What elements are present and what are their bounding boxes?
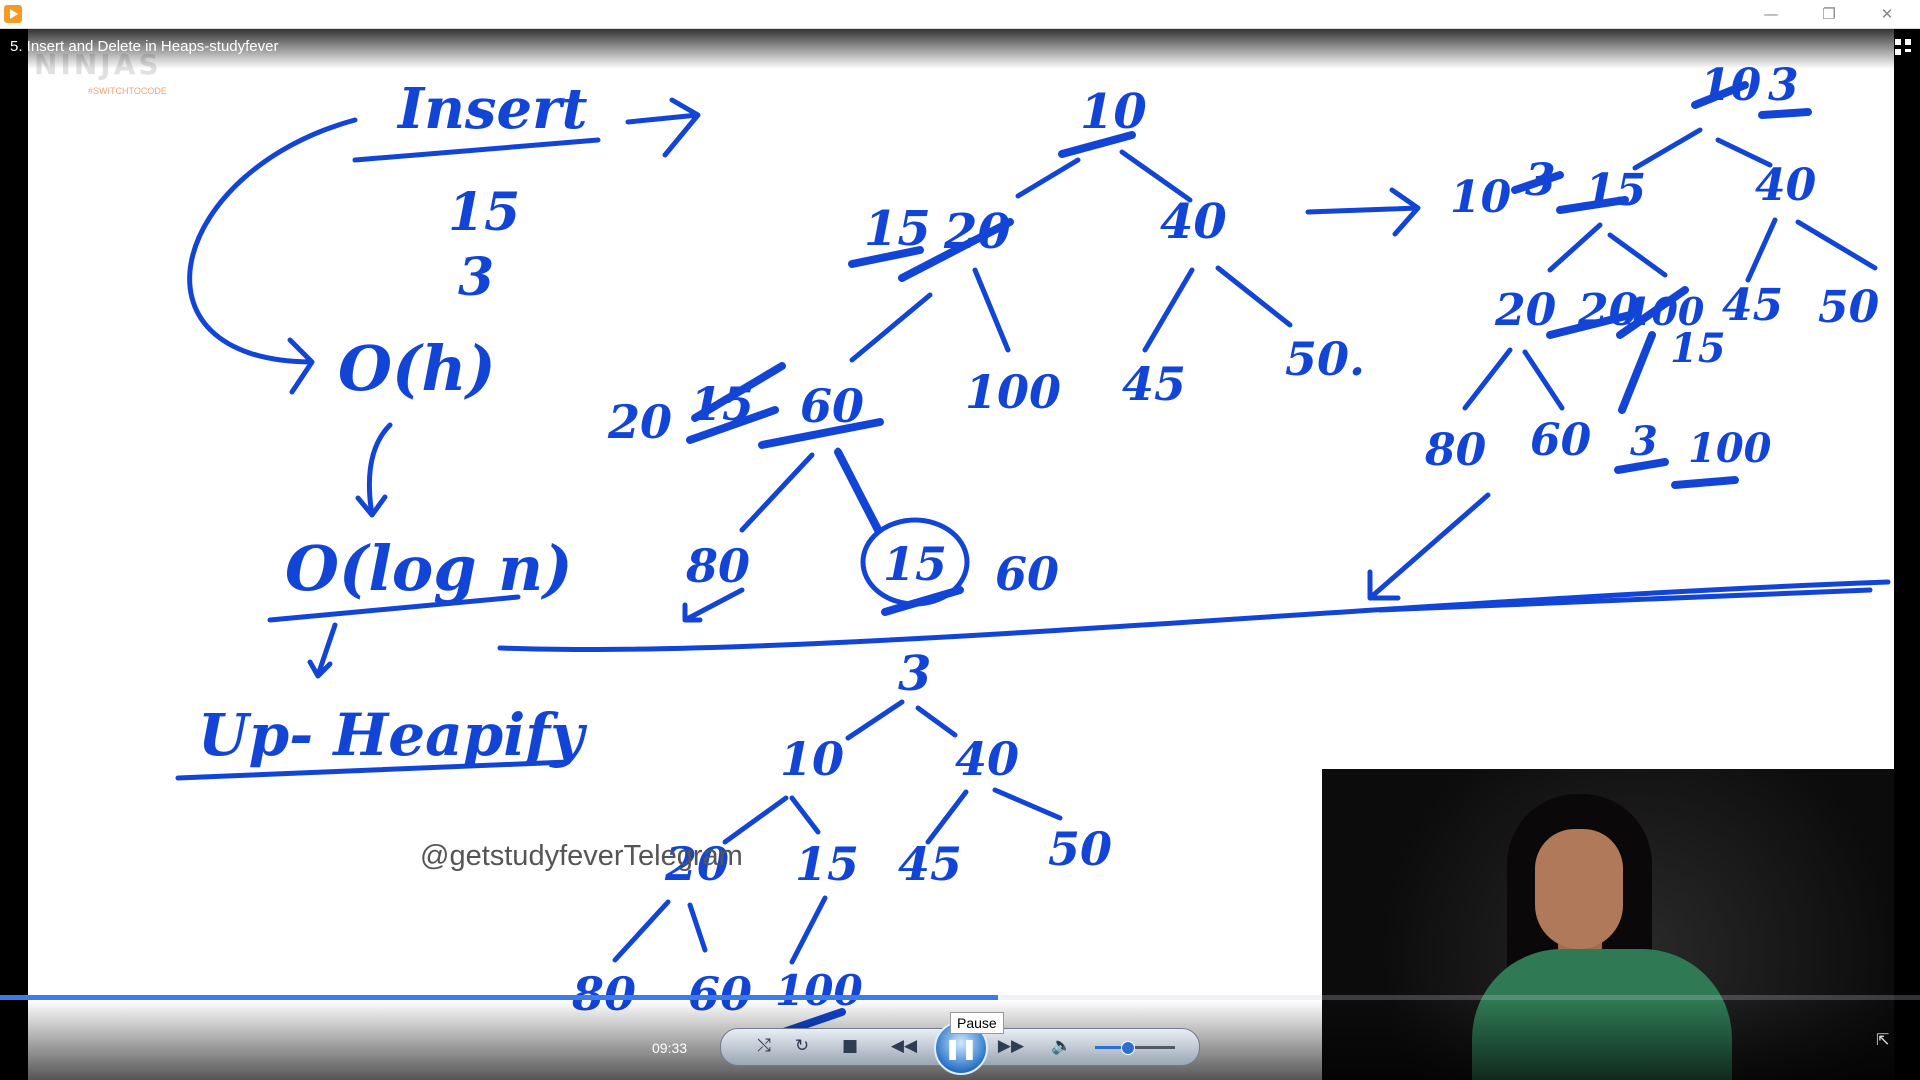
arrow-right-icon bbox=[1305, 187, 1421, 237]
tree3-node: 50 bbox=[1048, 822, 1112, 876]
tree3-node: 40 bbox=[955, 732, 1019, 786]
tree2-node: 40 bbox=[1755, 160, 1817, 211]
tree3-edges bbox=[845, 699, 958, 741]
volume-icon[interactable]: 🔈 bbox=[1046, 1030, 1078, 1062]
tree1-node: 60 bbox=[995, 547, 1059, 601]
tree2-node: 45 bbox=[1722, 280, 1783, 331]
underline-mark bbox=[1671, 476, 1739, 489]
tree2-edges bbox=[1462, 347, 1565, 411]
tree2-node: 100 bbox=[1688, 425, 1772, 472]
tree2-node: 3 bbox=[1630, 418, 1658, 465]
tree2-node: 15 bbox=[1670, 325, 1726, 372]
telegram-watermark: @getstudyfeverTelegram bbox=[420, 840, 743, 872]
elapsed-time: 09:33 bbox=[652, 1040, 688, 1056]
tree1-edges bbox=[849, 265, 1293, 363]
shuffle-icon[interactable]: ⤭ bbox=[748, 1030, 780, 1062]
tree2-edges bbox=[1632, 127, 1773, 171]
instructor-face bbox=[1535, 829, 1623, 949]
seek-bar[interactable] bbox=[0, 995, 1920, 1000]
down-arrow-icon bbox=[355, 422, 393, 518]
tree1-node: 20 bbox=[607, 395, 672, 449]
tree3-node: 45 bbox=[898, 837, 962, 891]
strike-mark bbox=[1614, 458, 1669, 474]
tree1-edges bbox=[1015, 149, 1193, 203]
swap-stroke bbox=[834, 448, 882, 534]
insert-heading: Insert bbox=[396, 76, 588, 142]
tree1-node: 40 bbox=[1160, 194, 1227, 250]
tree3-node: 15 bbox=[795, 837, 859, 891]
tree3-node: 3 bbox=[898, 646, 931, 702]
down-arrow-icon bbox=[307, 622, 338, 679]
insert-value: 15 bbox=[448, 182, 520, 243]
tree2-node: 80 bbox=[1424, 425, 1487, 476]
tree3-edges bbox=[722, 787, 1063, 845]
volume-slider[interactable] bbox=[1095, 1041, 1175, 1055]
seek-bar-fill bbox=[0, 995, 999, 1000]
tree1-node: 15 bbox=[883, 537, 947, 591]
tree1-node: 45 bbox=[1122, 357, 1186, 411]
swap-stroke bbox=[1618, 331, 1656, 414]
tree2-node: 60 bbox=[1530, 415, 1592, 466]
down-left-arrow-icon bbox=[1367, 492, 1491, 601]
insert-value: 3 bbox=[458, 247, 494, 308]
tree2-edges bbox=[1547, 217, 1878, 283]
tree1-node: 10 bbox=[1080, 84, 1147, 140]
tree1-node: 80 bbox=[685, 539, 750, 593]
tree3-edges bbox=[612, 895, 828, 965]
tree2-node: 50 bbox=[1818, 282, 1880, 333]
tree2-node: 10 bbox=[1450, 172, 1512, 223]
pause-tooltip: Pause bbox=[950, 1012, 1004, 1034]
tree2-node: 20 bbox=[1494, 285, 1557, 336]
repeat-icon[interactable]: ↻ bbox=[786, 1030, 818, 1062]
stop-icon[interactable]: ■ bbox=[834, 1030, 866, 1062]
curved-arrow-icon bbox=[187, 117, 358, 395]
volume-knob[interactable] bbox=[1121, 1041, 1135, 1055]
complexity-logn: O(log n) bbox=[285, 532, 573, 605]
down-left-arrow-icon bbox=[682, 587, 745, 623]
underline-mark bbox=[1758, 108, 1812, 119]
arrow-right-icon bbox=[625, 97, 701, 158]
video-title: 5. Insert and Delete in Heaps-studyfever bbox=[10, 38, 279, 55]
expand-icon[interactable]: ⇱ bbox=[1876, 1030, 1894, 1049]
upheapify-label: Up- Heapify bbox=[198, 701, 588, 769]
title-overlay bbox=[0, 29, 1920, 69]
layout-icon[interactable] bbox=[1894, 38, 1912, 56]
insert-underline bbox=[352, 137, 601, 163]
tree1-node: 100 bbox=[965, 365, 1061, 419]
rewind-icon[interactable]: ◀◀ bbox=[888, 1030, 920, 1062]
complexity-h: O(h) bbox=[338, 332, 496, 405]
tree3-node: 10 bbox=[780, 732, 844, 786]
fast-forward-icon[interactable]: ▶▶ bbox=[995, 1030, 1027, 1062]
tree1-node: 50. bbox=[1285, 332, 1365, 386]
